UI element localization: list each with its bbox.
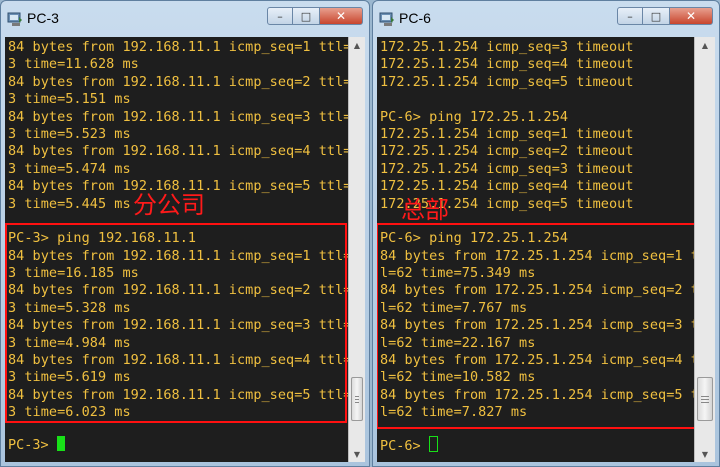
maximize-button[interactable]: □ [293,7,319,25]
annotation-label: 总部 [401,196,449,224]
titlebar[interactable]: PC-6 – □ ✕ [373,1,719,35]
terminal-line: 172.25.1.254 icmp_seq=1 timeout [380,125,634,142]
text-cursor [428,436,438,452]
terminal-line: 172.25.1.254 icmp_seq=3 timeout [380,39,634,55]
window-title: PC-6 [399,10,431,26]
command-prompt[interactable]: PC-3> [8,436,65,454]
scroll-thumb[interactable] [351,377,363,421]
terminal-line: 84 bytes from 192.168.11.1 icmp_seq=1 tt… [8,39,349,55]
terminal-output[interactable]: 84 bytes from 192.168.11.1 icmp_seq=1 tt… [5,37,349,462]
terminal-app-icon [379,12,394,26]
window-pc3[interactable]: PC-3 – □ ✕ 84 bytes from 192.168.11.1 ic… [0,0,370,467]
terminal-app-icon [7,12,22,26]
window-pc6[interactable]: PC-6 – □ ✕ 172.25.1.254 icmp_seq=3 timeo… [372,0,720,467]
window-controls: – □ ✕ [617,7,713,27]
scroll-down-arrow-icon[interactable]: ▼ [695,446,715,462]
terminal-line: 3 time=5.474 ms [8,160,131,177]
scroll-up-arrow-icon[interactable]: ▲ [695,37,715,53]
terminal-line: 84 bytes from 192.168.11.1 icmp_seq=3 tt… [8,108,349,125]
highlight-box [5,223,347,423]
scroll-thumb[interactable] [697,377,713,421]
terminal-line: 3 time=11.628 ms [8,56,139,73]
terminal-line: 84 bytes from 192.168.11.1 icmp_seq=2 tt… [8,73,349,90]
vertical-scrollbar[interactable]: ▲ ▼ [348,37,365,462]
scroll-down-arrow-icon[interactable]: ▼ [349,446,365,462]
terminal-line: 172.25.1.254 icmp_seq=4 timeout [380,178,634,195]
close-button[interactable]: ✕ [319,7,363,25]
highlight-box [377,223,695,429]
terminal-line: 3 time=5.151 ms [8,91,131,108]
terminal-line: 172.25.1.254 icmp_seq=5 timeout [380,73,634,90]
terminal-line: 84 bytes from 192.168.11.1 icmp_seq=4 tt… [8,143,349,160]
terminal-output[interactable]: 172.25.1.254 icmp_seq=3 timeout 172.25.1… [377,37,695,462]
annotation-label: 分公司 [133,191,205,219]
terminal-line: PC-6> ping 172.25.1.254 [380,108,569,125]
vertical-scrollbar[interactable]: ▲ ▼ [694,37,715,462]
window-title: PC-3 [27,10,59,26]
prompt-text: PC-6> [380,438,429,454]
close-button[interactable]: ✕ [669,7,713,25]
terminal-line: 172.25.1.254 icmp_seq=3 timeout [380,160,634,177]
maximize-button[interactable]: □ [643,7,669,25]
terminal-line: 172.25.1.254 icmp_seq=2 timeout [380,143,634,160]
titlebar[interactable]: PC-3 – □ ✕ [1,1,369,35]
minimize-button[interactable]: – [267,7,293,25]
scroll-up-arrow-icon[interactable]: ▲ [349,37,365,53]
prompt-text: PC-3> [8,437,57,453]
terminal-line: 3 time=5.523 ms [8,125,131,142]
window-controls: – □ ✕ [267,7,363,27]
command-prompt[interactable]: PC-6> [380,436,438,454]
terminal-line: 172.25.1.254 icmp_seq=4 timeout [380,56,634,73]
minimize-button[interactable]: – [617,7,643,25]
text-cursor [56,436,65,451]
